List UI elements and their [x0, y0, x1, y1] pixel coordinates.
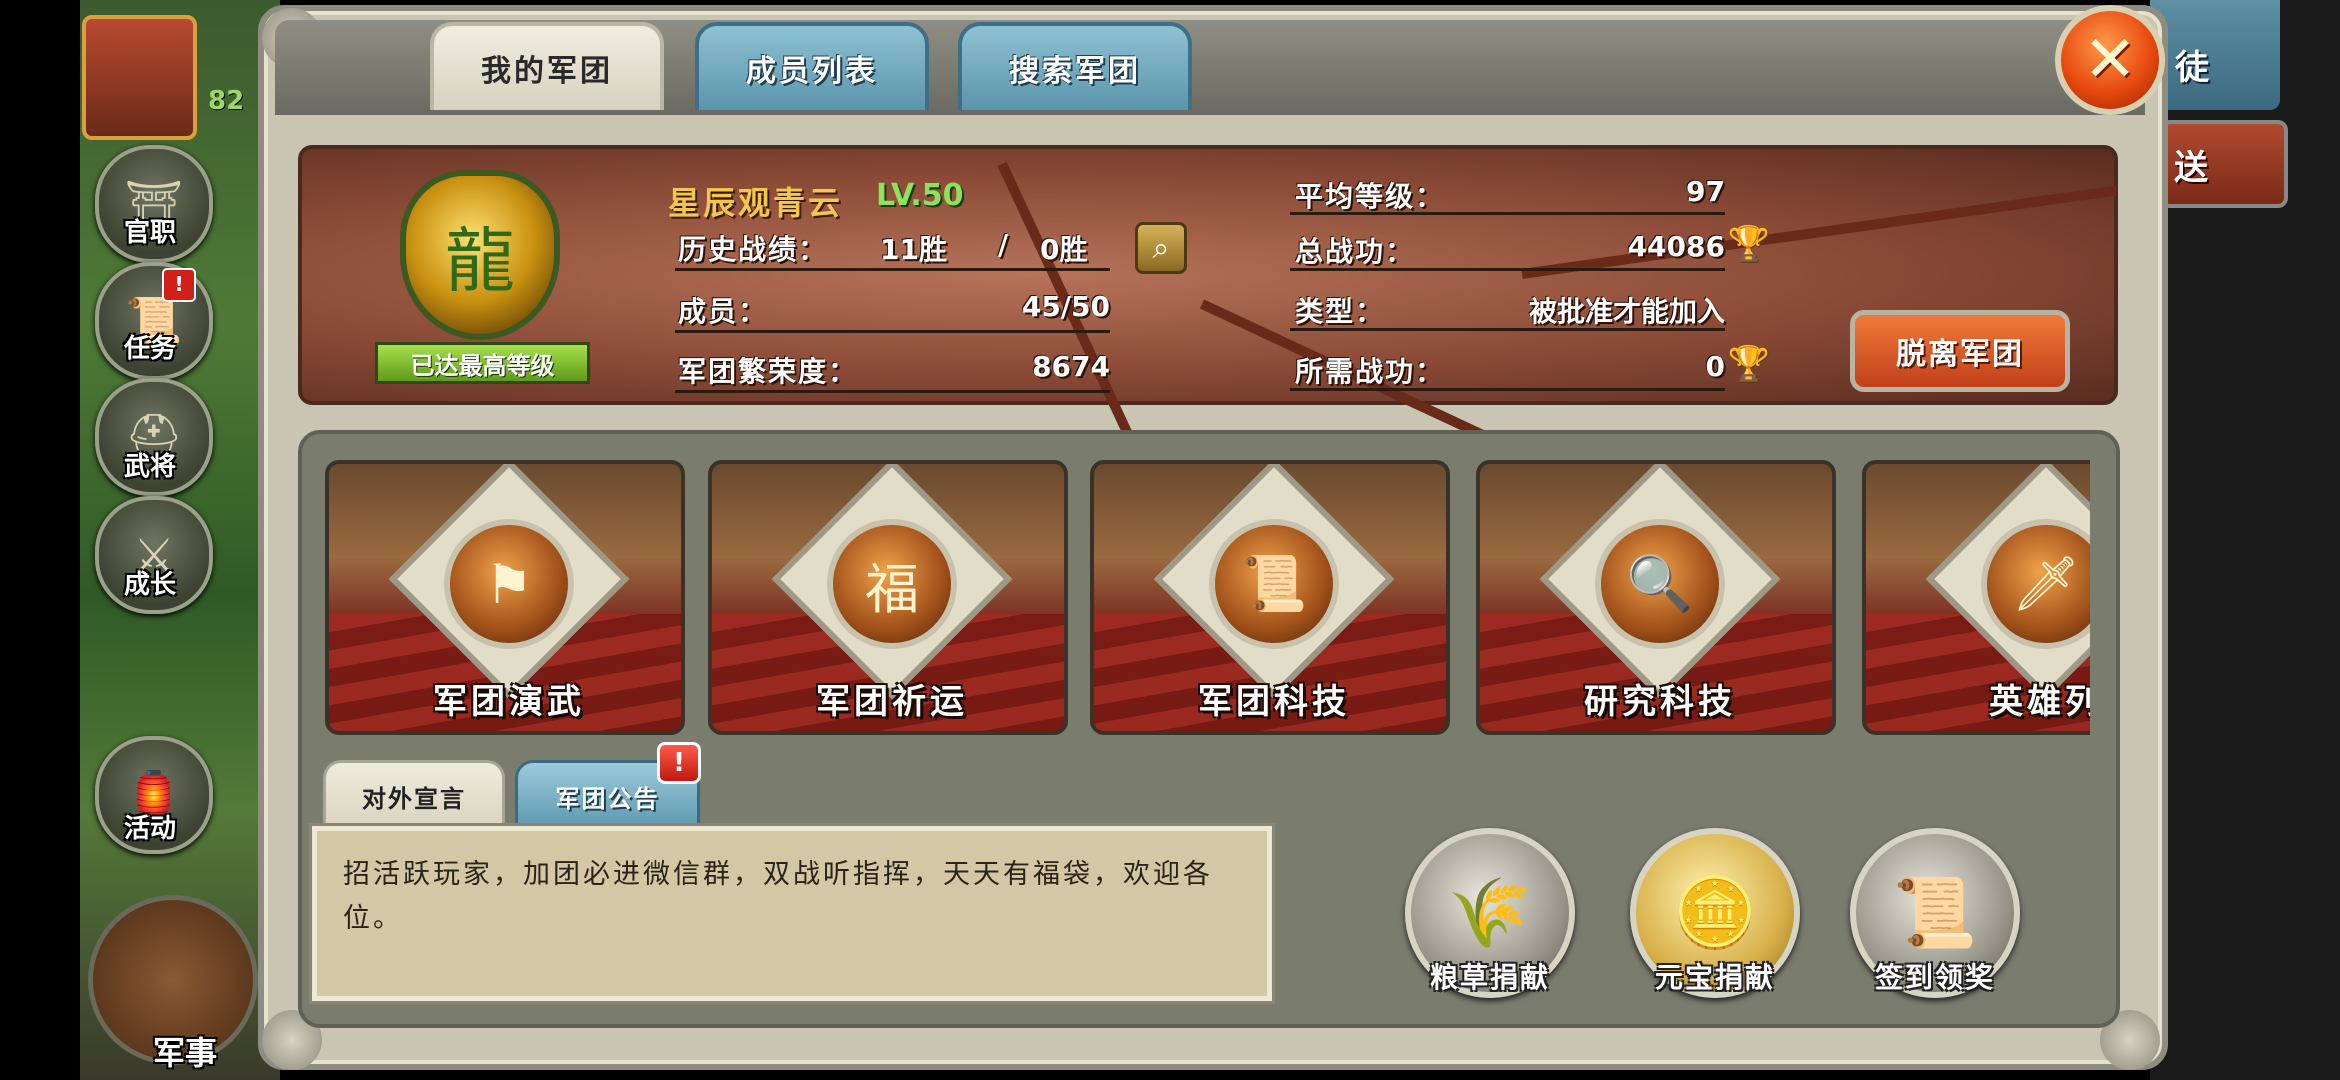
feature-card-research[interactable]: 🔍 研究科技 [1476, 460, 1836, 735]
grain-icon: 🌾 [1447, 874, 1533, 953]
gold-donate-label: 元宝捐献 [1654, 961, 1775, 994]
side-label-military: 军事 [152, 1034, 217, 1072]
type-value: 被批准才能加入 [1528, 295, 1725, 328]
background-right-button-label: 送 [2174, 148, 2208, 188]
max-level-badge: 已达最高等级 [375, 342, 590, 384]
background-right-tab[interactable]: 徒 [2150, 0, 2280, 110]
dragon-icon: 龍 [445, 219, 515, 302]
feature-card-label: 军团科技 [1198, 682, 1350, 722]
history-wins: 11胜 [880, 233, 947, 266]
magnifier-scroll-icon: 🔍 [1595, 519, 1725, 649]
tab-search-legion[interactable]: 搜索军团 [958, 22, 1192, 110]
banners-icon: ⚑ [444, 519, 574, 649]
avg-level-value: 97 [1686, 175, 1725, 208]
quest-alert-icon: ! [162, 268, 196, 302]
scroll-icon: 📜 [1209, 519, 1339, 649]
side-label-quest: 任务 [123, 334, 176, 364]
history-search-button[interactable]: ⌕ [1135, 222, 1187, 274]
members-label: 成员： [678, 295, 769, 328]
fortune-banner-icon: 福 [827, 519, 957, 649]
feature-card-drill[interactable]: ⚑ 军团演武 [325, 460, 685, 735]
checkin-reward-label: 签到领奖 [1874, 961, 1995, 994]
background-right-tab-label: 徒 [2175, 48, 2209, 88]
grain-donate-label: 粮草捐献 [1429, 961, 1550, 994]
side-label-growth: 成长 [123, 570, 176, 600]
scroll-sword-icon: 📜 [1892, 874, 1978, 953]
announcement-alert-icon: ! [657, 742, 701, 784]
side-label-generals: 武将 [123, 452, 176, 482]
divider [1290, 328, 1725, 331]
feature-card-list: ⚑ 军团演武 福 军团祈运 📜 军团科技 🔍 研究科技 🗡 英雄列 [325, 460, 2090, 740]
player-level: 82 [208, 86, 245, 116]
side-label-events: 活动 [123, 814, 176, 844]
close-icon: ✕ [2083, 23, 2137, 97]
divider [675, 330, 1110, 333]
divider [1290, 212, 1725, 215]
close-button[interactable]: ✕ [2055, 5, 2165, 115]
feature-card-label: 军团演武 [433, 682, 585, 722]
side-label-official: 官职 [123, 218, 176, 248]
divider [675, 390, 1110, 393]
prosperity-value: 8674 [1032, 350, 1110, 383]
required-merit-label: 所需战功： [1295, 355, 1446, 388]
feature-card-label: 研究科技 [1584, 682, 1736, 722]
gold-ingot-icon: 🪙 [1672, 874, 1758, 953]
divider [1290, 268, 1725, 271]
tab-my-legion[interactable]: 我的军团 [430, 22, 664, 110]
player-avatar[interactable] [82, 15, 197, 140]
divider [675, 268, 1110, 271]
total-merit-label: 总战功： [1295, 235, 1416, 268]
declaration-text: 招活跃玩家，加团必进微信群，双战听指挥，天天有福袋，欢迎各位。 [312, 826, 1272, 1001]
magnifier-icon: ⌕ [1152, 230, 1170, 266]
tab-declaration[interactable]: 对外宣言 [323, 760, 505, 830]
prosperity-label: 军团繁荣度： [678, 355, 859, 388]
leave-legion-button[interactable]: 脱离军团 [1850, 310, 2070, 392]
members-value: 45/50 [1021, 290, 1110, 323]
trophy-icon: 🏆 [1727, 224, 1771, 264]
trophy-icon: 🏆 [1727, 344, 1771, 384]
feature-card-label: 英雄列 [1989, 682, 2090, 722]
history-losses: 0胜 [1040, 233, 1088, 266]
avg-level-label: 平均等级： [1295, 180, 1446, 213]
divider [1290, 388, 1725, 391]
feature-card-label: 军团祈运 [816, 682, 968, 722]
background-right-button[interactable]: 送 [2160, 120, 2288, 208]
required-merit-value: 0 [1705, 350, 1725, 383]
legion-level: LV.50 [876, 178, 964, 213]
history-label: 历史战绩： [678, 233, 829, 266]
feature-card-technology[interactable]: 📜 军团科技 [1090, 460, 1450, 735]
legion-name: 星辰观青云 [668, 184, 844, 222]
legion-emblem: 龍 [400, 170, 560, 340]
total-merit-value: 44086 [1627, 230, 1725, 263]
tab-member-list[interactable]: 成员列表 [695, 22, 929, 110]
type-label: 类型： [1295, 295, 1386, 328]
feature-card-heroes[interactable]: 🗡 英雄列 [1862, 460, 2090, 735]
history-separator: / [998, 228, 1009, 261]
feature-card-fortune[interactable]: 福 军团祈运 [708, 460, 1068, 735]
